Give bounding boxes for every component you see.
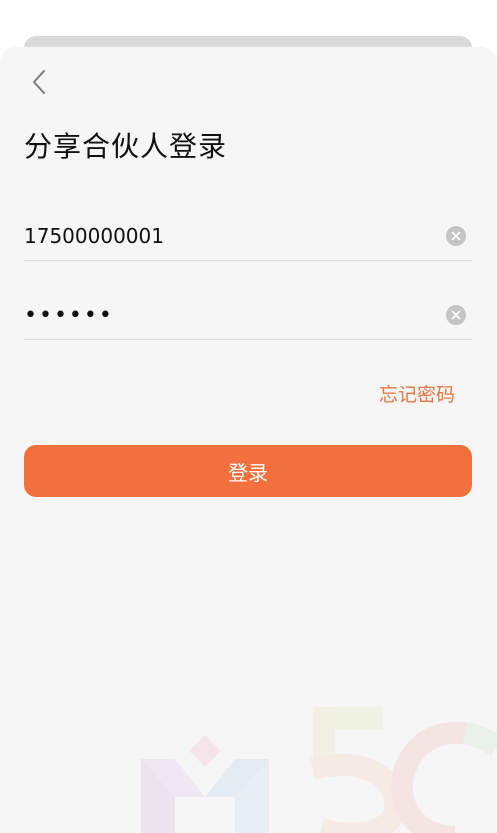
phone-field bbox=[24, 212, 472, 261]
login-button[interactable]: 登录 bbox=[24, 445, 472, 497]
phone-input[interactable] bbox=[24, 212, 424, 260]
login-sheet: 分享合伙人登录 忘记密码 登录 bbox=[0, 47, 497, 833]
clear-icon[interactable] bbox=[446, 226, 466, 246]
password-input[interactable] bbox=[24, 291, 424, 339]
page-title: 分享合伙人登录 bbox=[24, 130, 228, 163]
chevron-left-icon bbox=[33, 70, 45, 94]
brand-watermark-graphic bbox=[141, 707, 497, 833]
x-icon bbox=[451, 310, 461, 320]
forgot-password-link[interactable]: 忘记密码 bbox=[379, 380, 455, 407]
password-field bbox=[24, 291, 472, 340]
clear-icon[interactable] bbox=[446, 305, 466, 325]
x-icon bbox=[451, 231, 461, 241]
back-button[interactable] bbox=[24, 65, 54, 99]
